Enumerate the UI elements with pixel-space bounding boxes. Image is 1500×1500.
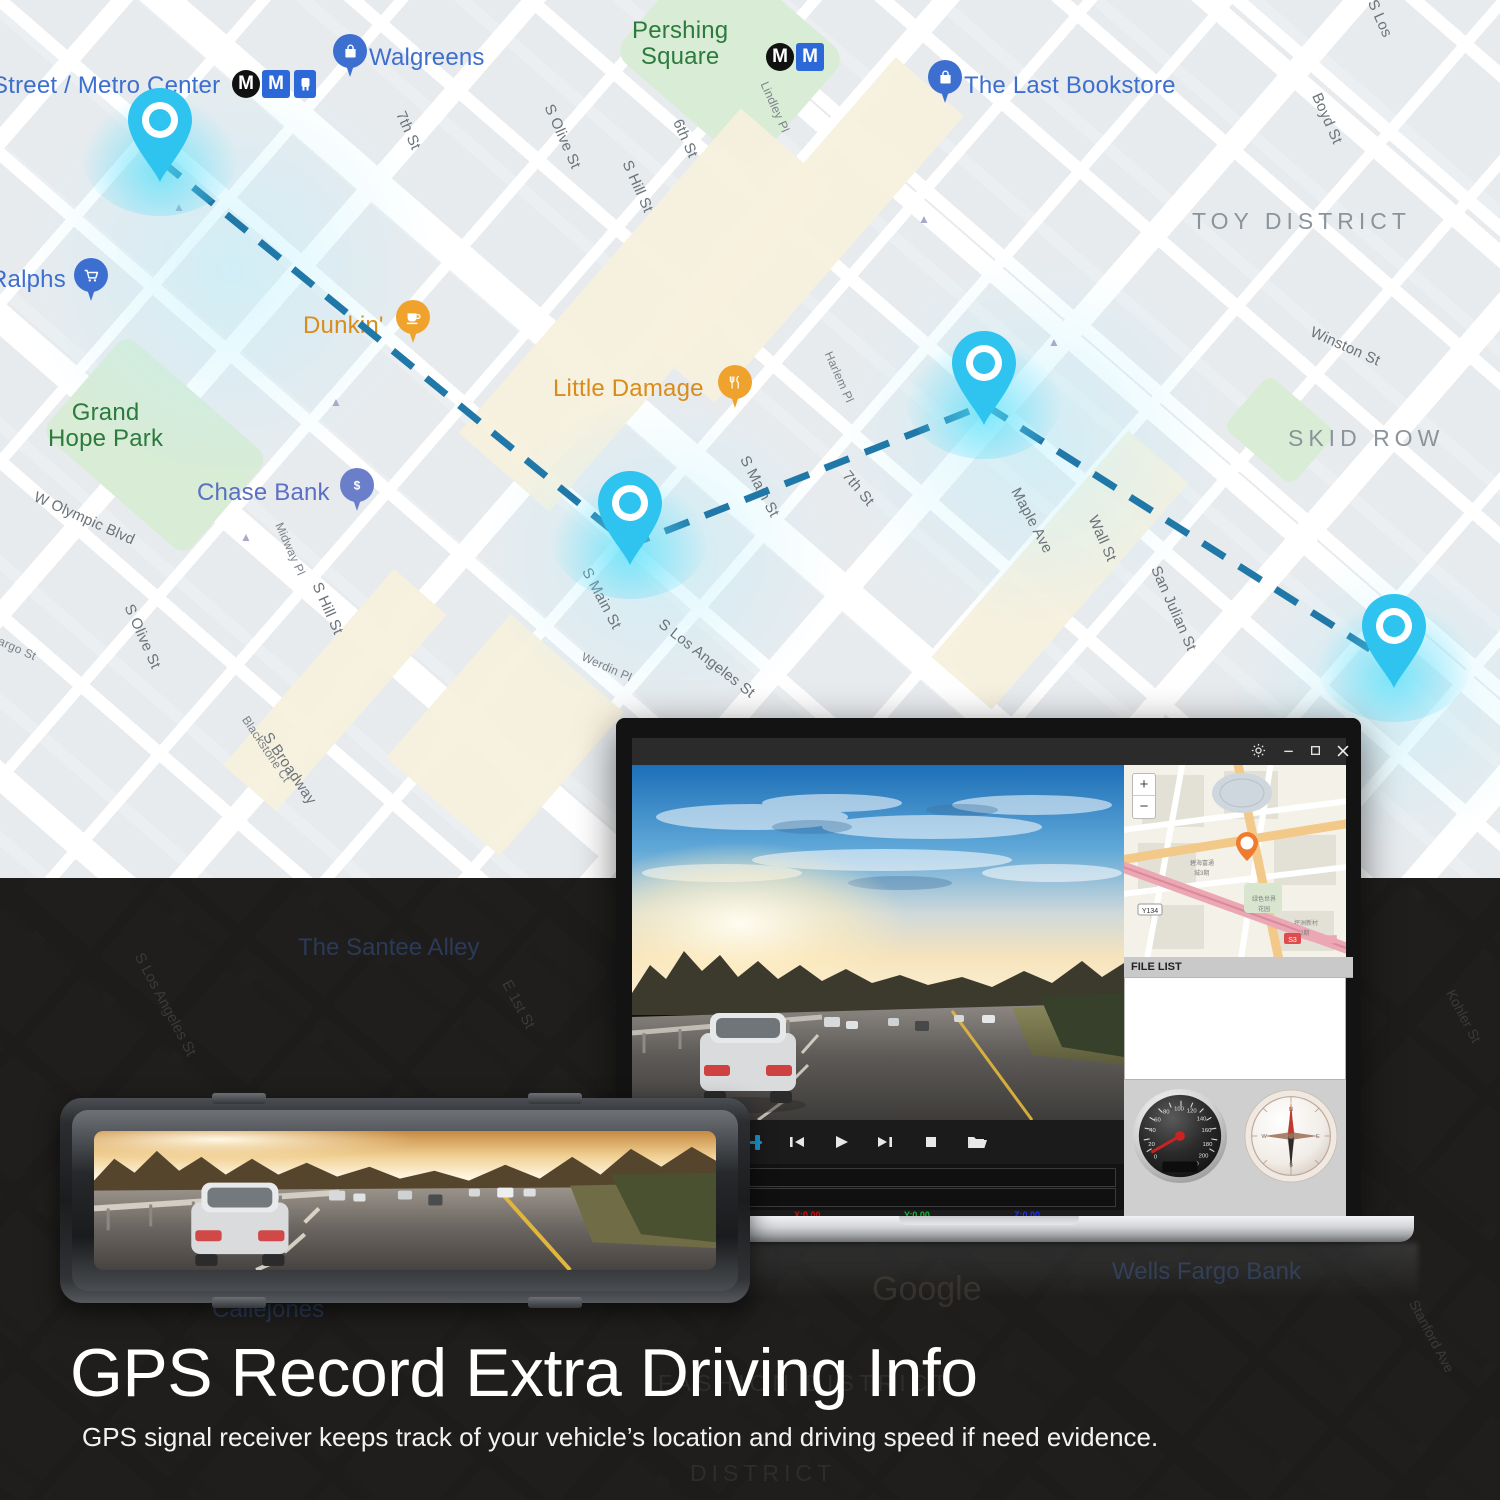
metro-badge-rail (294, 70, 316, 98)
svg-text:绿色世界: 绿色世界 (1252, 895, 1276, 903)
folder-icon[interactable] (966, 1131, 988, 1153)
map-arrow: ▲ (1048, 335, 1061, 349)
poi-pin-walgreens (333, 34, 367, 78)
svg-text:180: 180 (1203, 1142, 1214, 1148)
svg-text:城3期: 城3期 (1194, 869, 1209, 877)
svg-text:Y134: Y134 (1142, 908, 1158, 915)
svg-text:120: 120 (1187, 1108, 1198, 1114)
metro-badge-m: M (232, 70, 260, 98)
poi-pin-last-bookstore (928, 60, 962, 104)
side-panel: Y134 S3 碧海富通 城3期 绿色世界 花园 坪洲新村 2期 + − FIL… (1124, 765, 1353, 1220)
video-preview[interactable] (632, 765, 1124, 1120)
gauges-panel: 0204060 80100120140 160180200220 (1124, 1080, 1346, 1192)
previous-icon[interactable] (786, 1131, 808, 1153)
gps-waypoint-pin (906, 325, 1062, 459)
page-subtitle: GPS signal receiver keeps track of your … (82, 1422, 1159, 1452)
page-title: GPS Record Extra Driving Info (70, 1335, 978, 1411)
dash-cam-screen (94, 1131, 716, 1270)
gps-waypoint-pin (82, 82, 238, 216)
poi-label-dunkin: Dunkin' (303, 312, 384, 339)
poi-label-ralphs: Ralphs (0, 266, 66, 293)
minimize-icon[interactable] (1280, 742, 1300, 761)
minimap-zoom-controls[interactable]: + − (1132, 773, 1156, 819)
file-list[interactable] (1124, 977, 1346, 1080)
stop-icon[interactable] (920, 1131, 942, 1153)
play-icon[interactable] (830, 1131, 852, 1153)
district-label: SKID ROW (1288, 425, 1445, 451)
poi-label-chase-bank: Chase Bank (197, 479, 330, 506)
map-arrow: ▲ (330, 395, 343, 409)
poi-label-walgreens: Walgreens (369, 44, 485, 71)
svg-text:S3: S3 (1288, 937, 1297, 944)
zoom-in-button[interactable]: + (1133, 774, 1155, 796)
district-label: DISTRICT (690, 1460, 837, 1486)
speedometer-gauge: 0204060 80100120140 160180200220 (1132, 1088, 1228, 1184)
poi-label-pershing-square: Pershing Square (632, 17, 729, 71)
svg-text:花园: 花园 (1258, 905, 1270, 913)
next-icon[interactable] (874, 1131, 896, 1153)
svg-text:100: 100 (1174, 1107, 1185, 1113)
metro-badge-m-blue: M (796, 43, 824, 71)
svg-text:40: 40 (1149, 1128, 1156, 1134)
poi-pin-little-damage (718, 365, 752, 409)
svg-text:20: 20 (1148, 1142, 1155, 1148)
poi-pin-dunkin (396, 300, 430, 344)
poi-label-last-bookstore: The Last Bookstore (964, 72, 1176, 99)
svg-text:2期: 2期 (1300, 929, 1309, 937)
district-label: TOY DISTRICT (1192, 208, 1411, 234)
zoom-out-button[interactable]: − (1133, 796, 1155, 817)
poi-label-little-damage: Little Damage (553, 375, 704, 402)
close-icon[interactable] (1334, 742, 1354, 761)
map-arrow: ▲ (918, 212, 931, 226)
poi-pin-chase-bank: $ (340, 468, 374, 512)
poi-label-santee-alley: The Santee Alley (298, 934, 480, 961)
poi-pin-ralphs (74, 258, 108, 302)
map-arrow: ▲ (240, 530, 253, 544)
maximize-icon[interactable] (1307, 742, 1327, 761)
svg-text:160: 160 (1202, 1128, 1213, 1134)
app-window-titlebar (632, 738, 1349, 765)
svg-text:W: W (1261, 1134, 1267, 1140)
file-list-header: FILE LIST (1124, 957, 1353, 978)
svg-text:140: 140 (1197, 1116, 1208, 1122)
promo-image: W 8th St 7th St S Olive St S Hill St 6th… (0, 0, 1500, 1500)
svg-text:E: E (1316, 1134, 1320, 1140)
compass-gauge: NESW (1244, 1089, 1338, 1183)
svg-text:$: $ (354, 478, 361, 492)
gps-waypoint-pin (1316, 588, 1472, 722)
poi-label-grand-hope-park: Grand Hope Park (48, 399, 164, 453)
svg-text:碧海富通: 碧海富通 (1190, 859, 1214, 867)
gps-minimap[interactable]: Y134 S3 碧海富通城3期 绿色世界花园 坪洲新村 2期 + − (1124, 765, 1346, 957)
mirror-dash-cam (60, 1093, 750, 1308)
gear-icon[interactable] (1250, 742, 1270, 761)
svg-text:80: 80 (1163, 1109, 1170, 1115)
metro-badge-m-blue: M (262, 70, 290, 98)
metro-badge-m: M (766, 43, 794, 71)
svg-text:200: 200 (1199, 1154, 1210, 1160)
svg-text:60: 60 (1154, 1117, 1161, 1123)
svg-text:坪洲新村: 坪洲新村 (1294, 919, 1318, 927)
gps-waypoint-pin (552, 465, 708, 599)
